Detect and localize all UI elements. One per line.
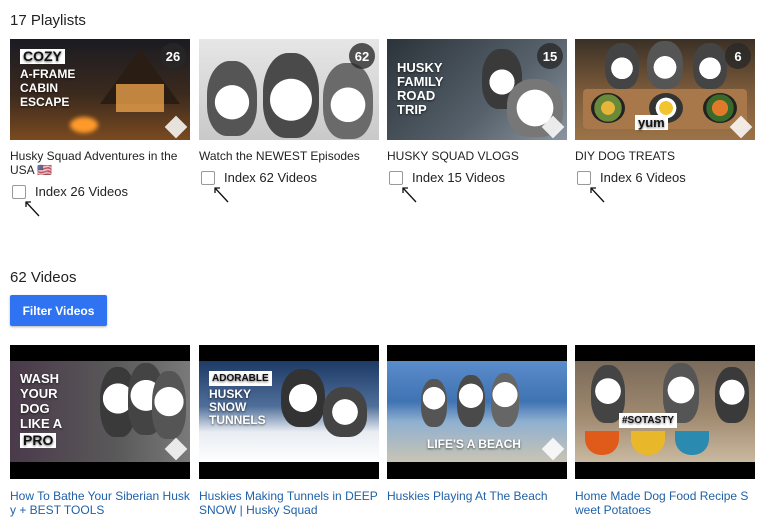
index-checkbox[interactable] — [201, 170, 215, 185]
playlist-title[interactable]: HUSKY SQUAD VLOGS — [387, 149, 567, 163]
filter-videos-button[interactable]: Filter Videos — [10, 295, 107, 326]
video-thumb-tag: ADORABLE — [209, 371, 272, 386]
playlist-thumbnail[interactable]: COZY A-FRAME CABIN ESCAPE 26 — [10, 39, 190, 140]
video-title-link[interactable]: Huskies Making Tunnels in DEEP SNOW | Hu… — [199, 489, 379, 517]
video-thumbnail[interactable]: LIFE'S A BEACH — [387, 345, 567, 479]
video-count-badge: 26 — [160, 43, 186, 69]
video-card[interactable]: #SOTASTY Home Made Dog Food Recipe Sweet… — [575, 345, 755, 517]
playlist-thumbnail[interactable]: 62 — [199, 39, 379, 140]
index-checkbox[interactable] — [12, 184, 26, 199]
video-title-link[interactable]: Huskies Playing At The Beach — [387, 489, 567, 503]
playlist-card[interactable]: HUSKY FAMILY ROAD TRIP 15 HUSKY SQUAD VL… — [387, 39, 567, 203]
playlist-card[interactable]: 62 Watch the NEWEST Episodes Index 62 Vi… — [199, 39, 379, 203]
playlist-title[interactable]: Watch the NEWEST Episodes — [199, 149, 379, 163]
cursor-arrow-icon — [214, 187, 229, 203]
playlist-thumbnail[interactable]: yum 6 — [575, 39, 755, 140]
video-card[interactable]: LIFE'S A BEACH Huskies Playing At The Be… — [387, 345, 567, 503]
playlist-card[interactable]: yum 6 DIY DOG TREATS Index 6 Videos — [575, 39, 755, 203]
brand-logo-icon — [164, 115, 188, 139]
checkbox-label: Index 15 Videos — [412, 170, 505, 185]
video-count-badge: 6 — [725, 43, 751, 69]
video-thumbnail[interactable]: #SOTASTY — [575, 345, 755, 479]
playlist-thumbnail[interactable]: HUSKY FAMILY ROAD TRIP 15 — [387, 39, 567, 140]
video-card[interactable]: WASH YOUR DOG LIKE A PRO How To Bathe Yo… — [10, 345, 190, 517]
video-card[interactable]: ADORABLE HUSKY SNOW TUNNELS Huskies Maki… — [199, 345, 379, 517]
brand-logo-icon — [541, 437, 565, 461]
index-checkbox[interactable] — [577, 170, 591, 185]
cursor-arrow-icon — [590, 187, 605, 203]
playlist-card[interactable]: COZY A-FRAME CABIN ESCAPE 26 Husky Squad… — [10, 39, 190, 217]
video-thumbnail[interactable]: ADORABLE HUSKY SNOW TUNNELS — [199, 345, 379, 479]
video-thumb-text: HUSKY SNOW TUNNELS — [209, 387, 266, 427]
video-count-badge: 15 — [537, 43, 563, 69]
video-count-badge: 62 — [349, 43, 375, 69]
video-title-link[interactable]: Home Made Dog Food Recipe Sweet Potatoes — [575, 489, 755, 517]
checkbox-label: Index 62 Videos — [224, 170, 317, 185]
checkbox-label: Index 6 Videos — [600, 170, 686, 185]
cursor-arrow-icon — [402, 187, 417, 203]
cursor-arrow-icon — [25, 201, 40, 217]
playlist-title[interactable]: DIY DOG TREATS — [575, 149, 755, 163]
checkbox-label: Index 26 Videos — [35, 184, 128, 199]
video-thumb-tag: #SOTASTY — [619, 413, 678, 428]
index-checkbox[interactable] — [389, 170, 403, 185]
video-thumb-text: WASH YOUR DOG LIKE A — [20, 371, 63, 431]
playlist-title[interactable]: Husky Squad Adventures in the USA 🇺🇸 — [10, 149, 190, 177]
playlist-thumb-text: A-FRAME CABIN ESCAPE — [20, 67, 76, 109]
videos-heading: 62 Videos — [10, 269, 77, 286]
playlist-thumb-tag: yum — [635, 115, 668, 130]
playlist-thumb-text: HUSKY FAMILY ROAD TRIP — [397, 60, 444, 117]
playlist-thumb-tag: COZY — [20, 49, 65, 64]
video-thumb-text: LIFE'S A BEACH — [427, 437, 521, 451]
video-title-link[interactable]: How To Bathe Your Siberian Husky + BEST … — [10, 489, 190, 517]
video-thumbnail[interactable]: WASH YOUR DOG LIKE A PRO — [10, 345, 190, 479]
video-thumb-tag: PRO — [20, 433, 57, 448]
brand-logo-icon — [164, 437, 188, 461]
playlists-heading: 17 Playlists — [10, 12, 86, 29]
